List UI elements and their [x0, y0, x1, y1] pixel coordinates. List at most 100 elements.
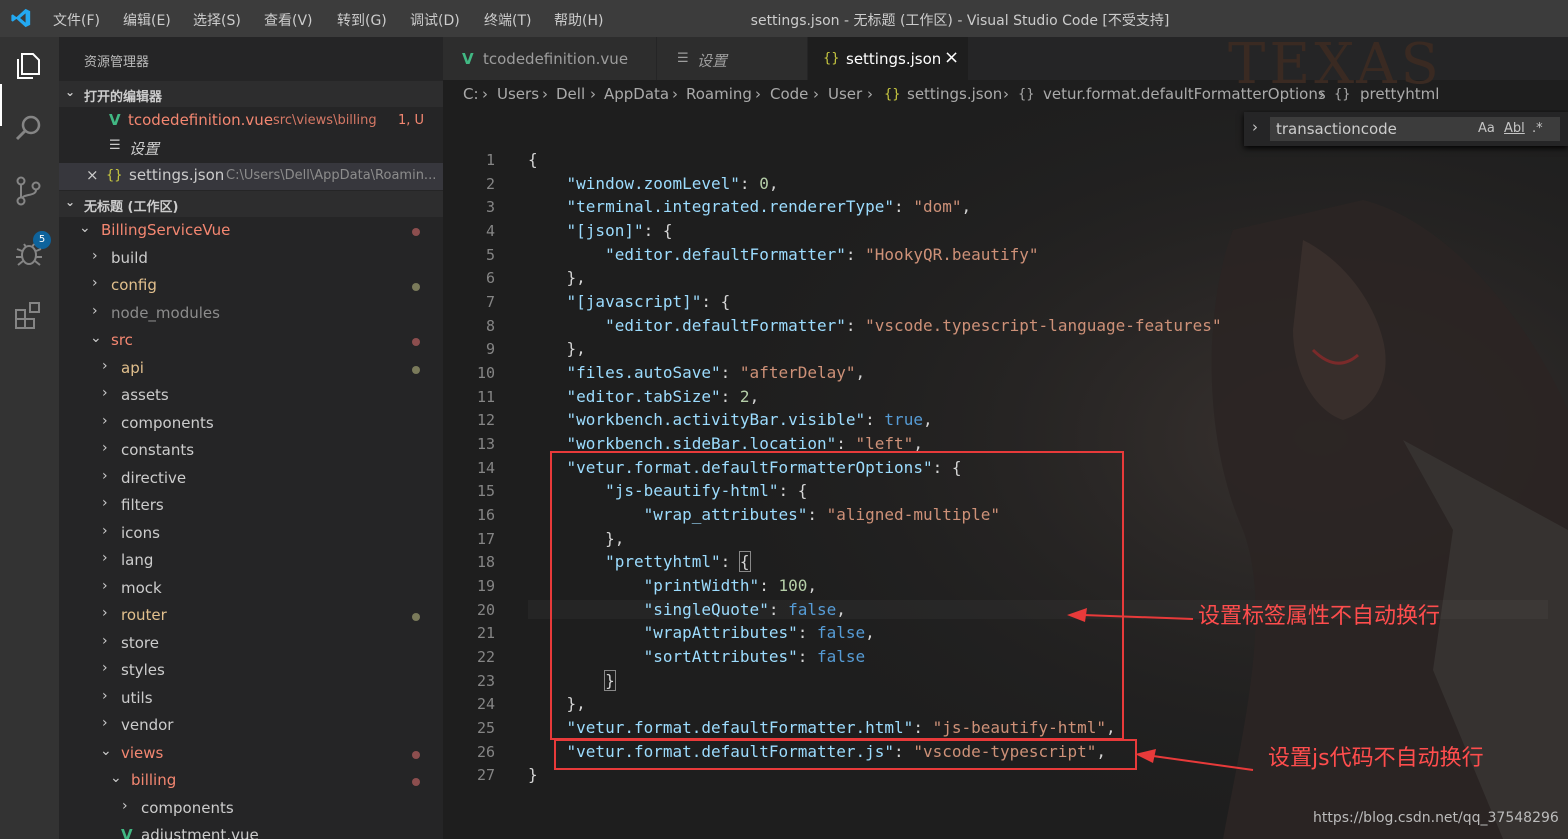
tree-folder[interactable]: › mock: [59, 576, 443, 603]
annotation-arrows: [1067, 608, 1254, 771]
menu-terminal[interactable]: 终端(T): [484, 10, 531, 30]
vue-icon: V: [109, 111, 121, 129]
tree-folder[interactable]: ⌄ BillingServiceVue: [59, 218, 443, 245]
tree-folder[interactable]: › api: [59, 356, 443, 383]
chevron-right-icon: ›: [102, 413, 108, 429]
modified-dot: [412, 613, 420, 621]
workspace-header[interactable]: ⌄ 无标题 (工作区): [59, 191, 443, 217]
tree-folder[interactable]: › directive: [59, 466, 443, 493]
tree-folder[interactable]: ⌄ views: [59, 741, 443, 768]
open-editor-item[interactable]: × {} settings.json C:\Users\Dell\AppData…: [59, 163, 443, 190]
extensions-icon[interactable]: [12, 299, 46, 333]
modified-dot: [412, 778, 420, 786]
annotation-note-tag-attributes: 设置标签属性不自动换行: [1198, 604, 1441, 629]
breadcrumb-item[interactable]: Dell: [556, 85, 585, 103]
menu-go[interactable]: 转到(G): [337, 10, 387, 30]
source-control-icon[interactable]: [12, 174, 46, 208]
chevron-right-icon: ›: [755, 85, 761, 103]
chevron-right-icon: ›: [482, 85, 488, 103]
chevron-right-icon: ›: [102, 358, 108, 374]
menu-selection[interactable]: 选择(S): [193, 10, 241, 30]
open-editors-header[interactable]: ⌄ 打开的编辑器: [59, 81, 443, 107]
tree-folder[interactable]: › utils: [59, 686, 443, 713]
arrow-head: [1067, 608, 1087, 622]
chevron-right-icon: ›: [92, 248, 98, 264]
menu-file[interactable]: 文件(F): [53, 10, 100, 30]
active-indicator: [0, 84, 2, 126]
open-editor-item[interactable]: V tcodedefinition.vue src\views\billing …: [59, 108, 443, 135]
modified-dot: [412, 228, 420, 236]
tree-folder[interactable]: › config: [59, 273, 443, 300]
window-title: settings.json - 无标题 (工作区) - Visual Studi…: [750, 13, 1170, 29]
tree-folder[interactable]: › styles: [59, 658, 443, 685]
tree-folder[interactable]: › lang: [59, 548, 443, 575]
tree-folder[interactable]: ⌄ src: [59, 328, 443, 355]
tree-folder[interactable]: ⌄ billing: [59, 768, 443, 795]
chevron-right-icon: ›: [92, 303, 98, 319]
tree-folder[interactable]: › filters: [59, 493, 443, 520]
chevron-right-icon: ›: [102, 440, 108, 456]
tree-folder[interactable]: › router: [59, 603, 443, 630]
tree-folder[interactable]: › constants: [59, 438, 443, 465]
object-icon: {}: [1018, 87, 1035, 102]
search-icon[interactable]: [12, 111, 46, 145]
background-art-text: TEXAS: [1228, 32, 1443, 97]
close-icon[interactable]: ×: [86, 166, 99, 184]
breadcrumb-item[interactable]: AppData: [604, 85, 669, 103]
close-tab-icon[interactable]: ×: [944, 47, 959, 68]
tree-folder[interactable]: › store: [59, 631, 443, 658]
breadcrumb-item[interactable]: User: [828, 85, 862, 103]
tab-settings-ui[interactable]: ☰ 设置: [657, 37, 808, 80]
tab-settings-json[interactable]: {} settings.json ×: [808, 37, 969, 80]
annotation-note-js: 设置js代码不自动换行: [1268, 746, 1484, 771]
watermark: https://blog.csdn.net/qq_37548296: [1313, 810, 1559, 826]
chevron-right-icon: ›: [102, 605, 108, 621]
debug-icon[interactable]: [12, 236, 46, 270]
menu-debug[interactable]: 调试(D): [410, 10, 460, 30]
chevron-right-icon: ›: [92, 275, 98, 291]
chevron-right-icon: ›: [102, 633, 108, 649]
breadcrumb-item[interactable]: Users: [497, 85, 539, 103]
chevron-right-icon: ›: [102, 523, 108, 539]
tree-folder[interactable]: › build: [59, 246, 443, 273]
json-braces-icon: {}: [106, 168, 123, 183]
chevron-right-icon: ›: [102, 550, 108, 566]
menu-edit[interactable]: 编辑(E): [123, 10, 171, 30]
chevron-down-icon: ⌄: [65, 85, 76, 99]
explorer-icon[interactable]: [12, 49, 46, 83]
chevron-right-icon: ›: [1003, 85, 1009, 103]
chevron-right-icon: ›: [102, 385, 108, 401]
chevron-right-icon: ›: [122, 798, 128, 814]
vue-icon: V: [462, 50, 474, 68]
chevron-right-icon: ›: [102, 468, 108, 484]
modified-dot: [412, 338, 420, 346]
chevron-right-icon: ›: [102, 688, 108, 704]
explorer-sidebar: 资源管理器 ⌄ 打开的编辑器 V tcodedefinition.vue src…: [59, 37, 443, 839]
menu-view[interactable]: 查看(V): [264, 10, 313, 30]
tab-tcodedefinition[interactable]: V tcodedefinition.vue: [443, 37, 657, 80]
modified-dot: [412, 751, 420, 759]
code-editor[interactable]: › transactioncode Aa Abl .* 1 2 3 4 5 6 …: [443, 110, 1568, 839]
tree-file[interactable]: Vadjustment.vue: [59, 823, 443, 839]
tree-folder[interactable]: › assets: [59, 383, 443, 410]
breadcrumb-item[interactable]: Code: [770, 85, 808, 103]
tree-folder[interactable]: › icons: [59, 521, 443, 548]
json-braces-icon: {}: [823, 51, 840, 66]
breadcrumb-item[interactable]: settings.json: [907, 85, 1002, 103]
chevron-down-icon: ⌄: [79, 220, 91, 236]
chevron-right-icon: ›: [102, 715, 108, 731]
arrow-head: [1135, 749, 1156, 763]
chevron-right-icon: ›: [672, 85, 678, 103]
chevron-right-icon: ›: [102, 578, 108, 594]
vue-icon: V: [121, 826, 133, 839]
tree-folder[interactable]: › components: [59, 796, 443, 823]
tree-folder[interactable]: › components: [59, 411, 443, 438]
activity-bar: 5: [0, 37, 59, 839]
tree-folder[interactable]: › node_modules: [59, 301, 443, 328]
open-editor-item[interactable]: ☰ 设置: [59, 135, 443, 162]
tree-folder[interactable]: › vendor: [59, 713, 443, 740]
menu-help[interactable]: 帮助(H): [554, 10, 603, 30]
breadcrumb-item[interactable]: Roaming: [686, 85, 752, 103]
json-braces-icon: {}: [884, 87, 901, 102]
breadcrumb-item[interactable]: C:: [463, 85, 479, 103]
